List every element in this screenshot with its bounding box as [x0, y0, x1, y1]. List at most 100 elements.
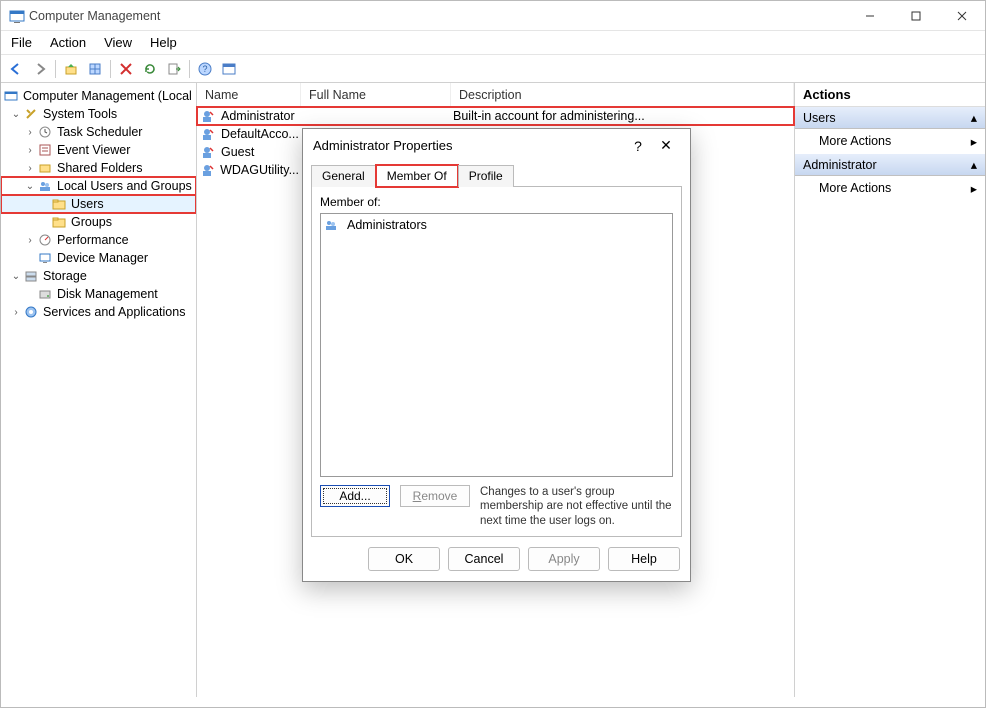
actions-pane: Actions Users ▴ More Actions ▸ Administr… [795, 83, 985, 697]
collapse-icon: ▴ [971, 157, 977, 172]
menubar: File Action View Help [1, 31, 985, 55]
menu-file[interactable]: File [11, 35, 32, 50]
user-name: Guest [221, 145, 254, 159]
tree-services-apps[interactable]: › Services and Applications [1, 303, 196, 321]
collapse-icon: ▴ [971, 110, 977, 125]
user-name: DefaultAcco... [221, 127, 299, 141]
dialog-help-icon[interactable]: ? [624, 138, 652, 154]
tree-task-scheduler[interactable]: › Task Scheduler [1, 123, 196, 141]
tree-shared-folders[interactable]: › Shared Folders [1, 159, 196, 177]
computer-icon [3, 88, 19, 104]
maximize-button[interactable] [893, 1, 939, 31]
toolbar: ? [1, 55, 985, 83]
member-of-label: Member of: [320, 195, 673, 209]
app-icon [9, 8, 25, 24]
column-name[interactable]: Name [197, 83, 301, 106]
tab-profile[interactable]: Profile [458, 165, 514, 187]
member-item[interactable]: Administrators [323, 216, 670, 234]
perf-icon [37, 232, 53, 248]
add-button[interactable]: Add... [320, 485, 390, 507]
close-button[interactable] [939, 1, 985, 31]
properties-icon[interactable] [84, 58, 106, 80]
chevron-right-icon[interactable]: › [23, 145, 37, 156]
disk-icon [37, 286, 53, 302]
tools-icon [23, 106, 39, 122]
chevron-down-icon[interactable]: ⌄ [9, 109, 23, 120]
tree-users[interactable]: Users [1, 195, 196, 213]
users-icon [37, 178, 53, 194]
tree-event-viewer[interactable]: › Event Viewer [1, 141, 196, 159]
tree-disk-management[interactable]: Disk Management [1, 285, 196, 303]
minimize-button[interactable] [847, 1, 893, 31]
chevron-right-icon[interactable]: › [23, 235, 37, 246]
refresh-icon[interactable] [139, 58, 161, 80]
folder-icon [51, 214, 67, 230]
user-icon [199, 144, 215, 160]
user-icon [199, 126, 215, 142]
membership-note: Changes to a user's group membership are… [480, 485, 673, 528]
group-icon [323, 217, 339, 233]
list-row[interactable]: AdministratorBuilt-in account for admini… [197, 107, 794, 125]
chevron-down-icon[interactable]: ⌄ [9, 271, 23, 282]
chevron-down-icon[interactable]: ⌄ [23, 181, 37, 192]
dialog-close-icon[interactable]: ✕ [652, 137, 680, 154]
properties-dialog: Administrator Properties ? ✕ General Mem… [302, 128, 691, 582]
navigation-tree: Computer Management (Local ⌄ System Tool… [1, 83, 197, 697]
user-icon [199, 108, 215, 124]
delete-icon[interactable] [115, 58, 137, 80]
user-desc: Built-in account for administering... [451, 109, 794, 123]
back-icon[interactable] [5, 58, 27, 80]
window-title: Computer Management [29, 9, 847, 23]
apply-button: Apply [528, 547, 600, 571]
chevron-right-icon[interactable]: › [9, 307, 23, 318]
share-icon [37, 160, 53, 176]
column-description[interactable]: Description [451, 83, 794, 106]
remove-button: Remove [400, 485, 470, 507]
device-icon [37, 250, 53, 266]
menu-view[interactable]: View [104, 35, 132, 50]
column-fullname[interactable]: Full Name [301, 83, 451, 106]
tree-root[interactable]: Computer Management (Local [1, 87, 196, 105]
actions-more-1[interactable]: More Actions ▸ [795, 129, 985, 154]
help-button[interactable]: Help [608, 547, 680, 571]
menu-action[interactable]: Action [50, 35, 86, 50]
show-hide-icon[interactable] [218, 58, 240, 80]
ok-button[interactable]: OK [368, 547, 440, 571]
member-list[interactable]: Administrators [320, 213, 673, 477]
actions-group-users[interactable]: Users ▴ [795, 107, 985, 129]
tab-member-of[interactable]: Member Of [376, 165, 458, 187]
actions-group-admin[interactable]: Administrator ▴ [795, 154, 985, 176]
tree-local-users-groups[interactable]: ⌄ Local Users and Groups [1, 177, 196, 195]
help-icon[interactable]: ? [194, 58, 216, 80]
chevron-right-icon: ▸ [971, 181, 977, 196]
menu-help[interactable]: Help [150, 35, 177, 50]
cancel-button[interactable]: Cancel [448, 547, 520, 571]
storage-icon [23, 268, 39, 284]
user-icon [199, 162, 214, 178]
tree-performance[interactable]: › Performance [1, 231, 196, 249]
tree-system-tools[interactable]: ⌄ System Tools [1, 105, 196, 123]
export-icon[interactable] [163, 58, 185, 80]
tab-general[interactable]: General [311, 165, 376, 187]
window-titlebar: Computer Management [1, 1, 985, 31]
dialog-tabs: General Member Of Profile [311, 164, 682, 186]
up-icon[interactable] [60, 58, 82, 80]
folder-icon [51, 196, 67, 212]
actions-more-2[interactable]: More Actions ▸ [795, 176, 985, 201]
actions-header: Actions [795, 83, 985, 107]
chevron-right-icon[interactable]: › [23, 163, 37, 174]
tab-body: Member of: Administrators Add... Remove … [311, 186, 682, 537]
dialog-titlebar: Administrator Properties ? ✕ [303, 129, 690, 162]
user-name: WDAGUtility... [220, 163, 299, 177]
list-columns: Name Full Name Description [197, 83, 794, 107]
tree-device-manager[interactable]: Device Manager [1, 249, 196, 267]
chevron-right-icon: ▸ [971, 134, 977, 149]
event-icon [37, 142, 53, 158]
chevron-right-icon[interactable]: › [23, 127, 37, 138]
tree-groups[interactable]: Groups [1, 213, 196, 231]
forward-icon[interactable] [29, 58, 51, 80]
tree-storage[interactable]: ⌄ Storage [1, 267, 196, 285]
dialog-title: Administrator Properties [313, 138, 624, 153]
clock-icon [37, 124, 53, 140]
services-icon [23, 304, 39, 320]
